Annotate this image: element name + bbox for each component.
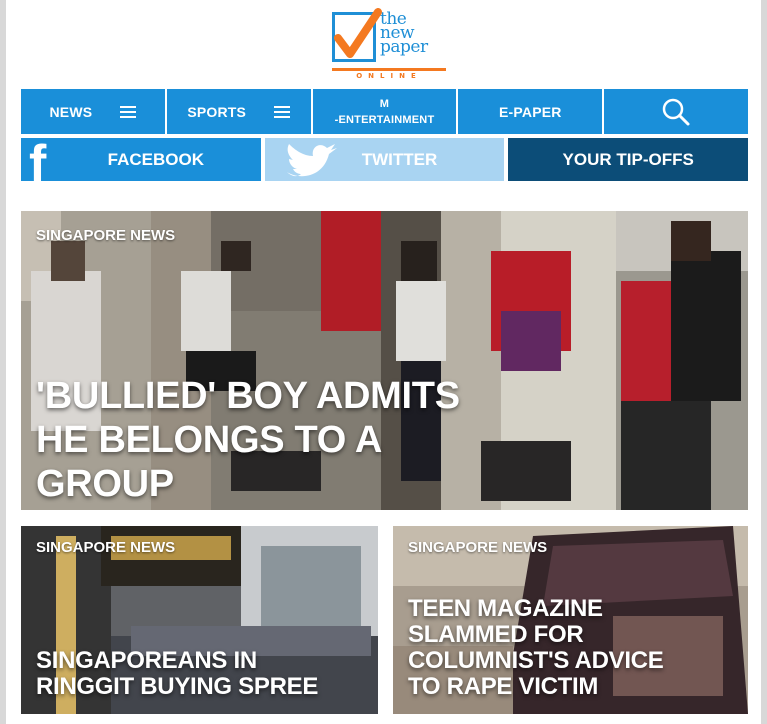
twitter-icon — [286, 144, 337, 177]
nav-ent-bottom: -ENTERTAINMENT — [334, 113, 435, 126]
main-nav: NEWS SPORTS M -ENTERTAINMENT E-PAPER — [21, 89, 748, 134]
hero-story[interactable]: SINGAPORE NEWS 'BULLIED' BOY ADMITS HE B… — [21, 211, 748, 510]
social-bar: f FACEBOOK TWITTER YOUR TIP-OFFS — [21, 138, 749, 181]
nav-ent-top: M — [379, 97, 390, 110]
twitter-label: TWITTER — [361, 149, 438, 169]
story-headline[interactable]: SINGAPOREANS IN RINGGIT BUYING SPREE — [36, 648, 366, 700]
menu-icon[interactable] — [120, 105, 137, 118]
twitter-button[interactable]: TWITTER — [264, 138, 505, 181]
tipoffs-button[interactable]: YOUR TIP-OFFS — [508, 138, 749, 181]
facebook-icon: f — [29, 138, 47, 181]
menu-icon[interactable] — [274, 105, 291, 118]
story-kicker[interactable]: SINGAPORE NEWS — [36, 539, 175, 556]
story-card[interactable]: SINGAPORE NEWS SINGAPOREANS IN RINGGIT B… — [21, 526, 378, 714]
logo-divider — [332, 68, 446, 71]
nav-search[interactable] — [604, 89, 748, 134]
nav-entertainment[interactable]: M -ENTERTAINMENT — [312, 89, 457, 134]
story-card[interactable]: SINGAPORE NEWS TEEN MAGAZINE SLAMMED FOR… — [393, 526, 748, 714]
facebook-button[interactable]: f FACEBOOK — [21, 138, 261, 181]
site-logo[interactable]: the new paper ONLINE — [330, 8, 450, 84]
nav-epaper-label: E-PAPER — [498, 103, 562, 120]
nav-sports[interactable]: SPORTS — [166, 89, 311, 134]
story-kicker[interactable]: SINGAPORE NEWS — [408, 539, 547, 556]
tipoffs-label: YOUR TIP-OFFS — [562, 149, 694, 169]
nav-sports-label: SPORTS — [187, 103, 247, 120]
hero-kicker[interactable]: SINGAPORE NEWS — [36, 227, 175, 244]
hero-headline[interactable]: 'BULLIED' BOY ADMITS HE BELONGS TO A GRO… — [36, 374, 596, 506]
facebook-label: FACEBOOK — [107, 149, 204, 169]
nav-epaper[interactable]: E-PAPER — [458, 89, 603, 134]
logo-online: ONLINE — [356, 72, 422, 80]
logo-wordmark: the new paper — [380, 9, 428, 57]
search-icon — [662, 98, 690, 125]
nav-news[interactable]: NEWS — [21, 89, 165, 134]
nav-news-label: NEWS — [49, 103, 93, 120]
story-headline[interactable]: TEEN MAGAZINE SLAMMED FOR COLUMNIST'S AD… — [408, 596, 738, 700]
